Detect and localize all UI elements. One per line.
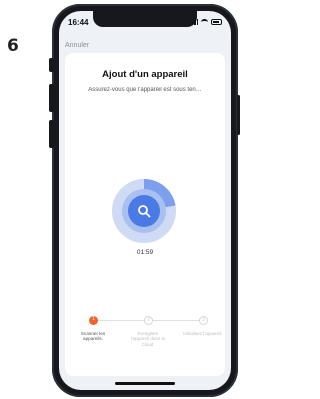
step-connector: [98, 320, 146, 321]
step-indicator-number: 2: [147, 317, 150, 323]
scan-button[interactable]: [128, 195, 160, 227]
step-number: 6: [7, 36, 19, 56]
page-title: Ajout d'un appareil: [102, 69, 188, 80]
phone-volume-up-button: [49, 84, 54, 112]
add-device-card: Ajout d'un appareil Assurez-vous que l'a…: [65, 53, 225, 376]
search-icon: [138, 205, 151, 218]
status-icons: [189, 18, 222, 25]
step-indicator-number: 1: [92, 316, 95, 322]
phone-volume-down-button: [49, 120, 54, 148]
step-label-scan: Scanner les appareils.: [80, 331, 106, 342]
home-indicator: [115, 382, 175, 385]
step-label-init: Initialisez l'appareil.: [183, 331, 223, 336]
step-indicator-2: 2: [144, 316, 153, 325]
notch: [93, 11, 197, 27]
step-connector: [153, 320, 201, 321]
phone-side-button: [49, 58, 54, 72]
step-indicator-1: 1: [89, 316, 98, 325]
instruction-text: Assurez-vous que l'appareil est sous ten…: [88, 87, 202, 93]
status-time: 16:44: [68, 18, 89, 27]
battery-icon: [211, 19, 222, 25]
cancel-button[interactable]: Annuler: [65, 42, 89, 49]
step-label-cloud: Enregistre l'appareil dans le Cloud.: [130, 331, 166, 347]
step-indicator-3: 3: [199, 316, 208, 325]
scan-timer: 01:59: [136, 249, 154, 256]
step-indicator-number: 3: [202, 317, 205, 323]
signal-icon: [189, 18, 198, 25]
scan-progress-ring: [112, 179, 176, 243]
phone-screen: 16:44 Annuler Ajout d'un appareil Assure…: [59, 11, 231, 390]
scan-halo: [122, 189, 166, 233]
phone-power-button: [237, 95, 240, 135]
wifi-icon: [201, 19, 208, 25]
